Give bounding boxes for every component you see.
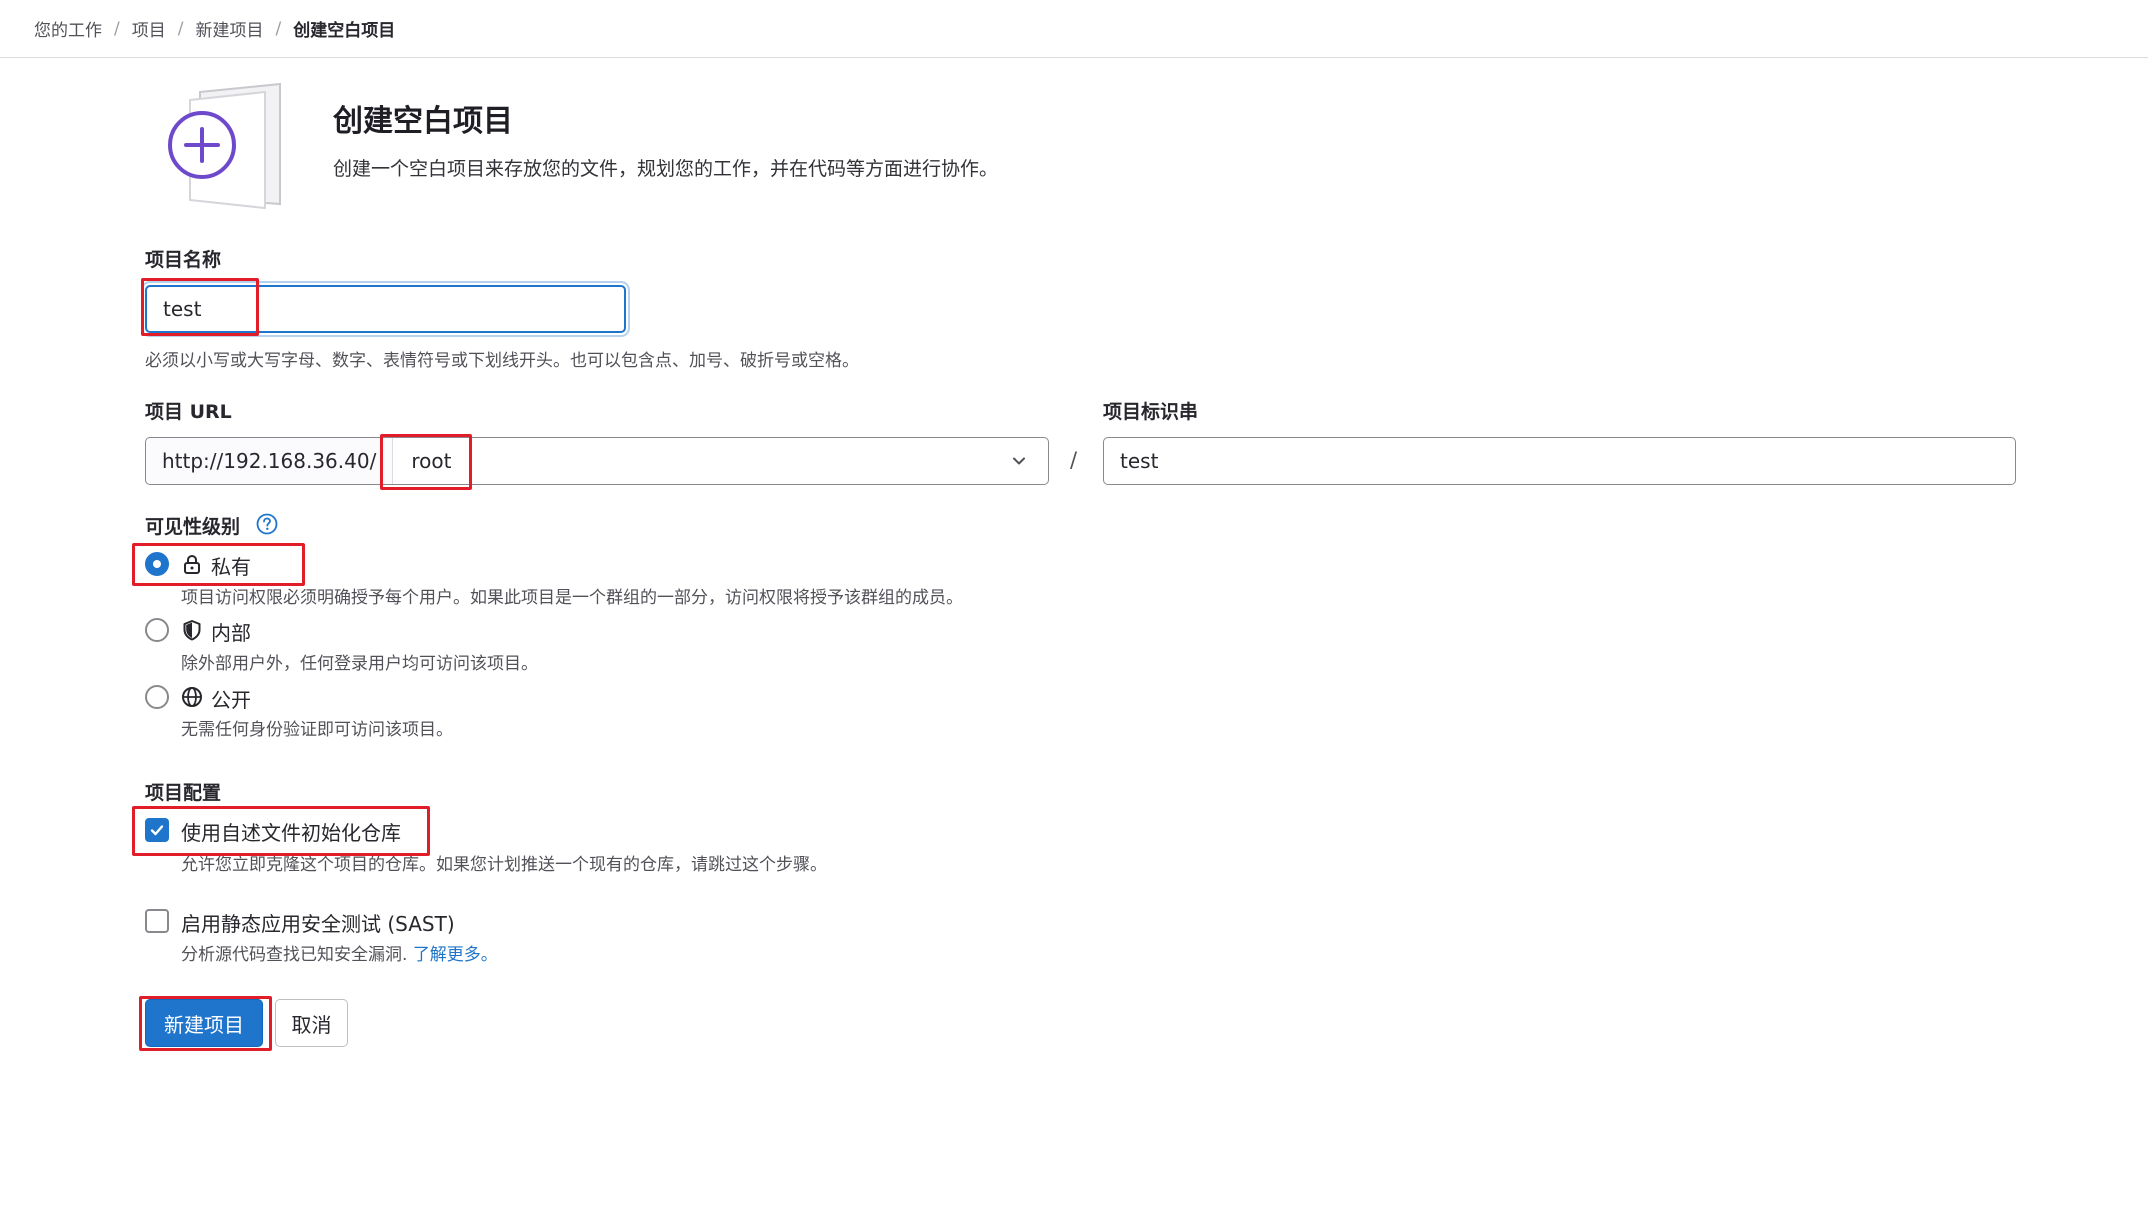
project-name-input[interactable]: test: [145, 285, 626, 333]
breadcrumb-new-project[interactable]: 新建项目: [195, 16, 263, 41]
shield-icon: [183, 620, 201, 641]
visibility-internal-desc: 除外部用户外，任何登录用户均可访问该项目。: [181, 654, 538, 674]
visibility-private-desc: 项目访问权限必须明确授予每个用户。如果此项目是一个群组的一部分，访问权限将授予该…: [181, 588, 963, 608]
project-url-group: http://192.168.36.40/ root: [145, 437, 1049, 485]
url-separator: /: [1070, 448, 1078, 472]
page-title: 创建空白项目: [333, 104, 513, 139]
visibility-label: 可见性级别: [145, 516, 241, 538]
question-circle-icon[interactable]: [256, 513, 278, 535]
visibility-public-radio[interactable]: [145, 685, 169, 709]
url-prefix: http://192.168.36.40/: [146, 438, 394, 484]
visibility-internal-radio[interactable]: [145, 618, 169, 642]
breadcrumb-separator: /: [114, 18, 120, 39]
cancel-button[interactable]: 取消: [275, 999, 348, 1047]
globe-icon: [182, 687, 202, 707]
readme-label[interactable]: 使用自述文件初始化仓库: [181, 817, 401, 846]
sast-desc-row: 分析源代码查找已知安全漏洞. 了解更多。: [181, 940, 498, 965]
create-project-button[interactable]: 新建项目: [145, 999, 263, 1047]
visibility-private-radio[interactable]: [145, 552, 169, 576]
visibility-public-label[interactable]: 公开: [211, 684, 251, 713]
breadcrumb-your-work[interactable]: 您的工作: [34, 16, 102, 41]
breadcrumb-separator: /: [275, 18, 282, 39]
sast-desc: 分析源代码查找已知安全漏洞.: [181, 945, 408, 965]
lock-icon: [184, 554, 200, 574]
learn-more-link[interactable]: 了解更多。: [413, 945, 498, 965]
namespace-value: root: [411, 449, 452, 473]
breadcrumb-projects[interactable]: 项目: [132, 16, 166, 41]
visibility-public-desc: 无需任何身份验证即可访问该项目。: [181, 720, 453, 740]
breadcrumb: 您的工作 / 项目 / 新建项目 / 创建空白项目: [0, 0, 2148, 58]
project-config-label: 项目配置: [145, 782, 222, 804]
project-name-help: 必须以小写或大写字母、数字、表情符号或下划线开头。也可以包含点、加号、破折号或空…: [145, 351, 859, 371]
breadcrumb-separator: /: [177, 18, 184, 39]
sast-label[interactable]: 启用静态应用安全测试 (SAST): [181, 908, 455, 937]
blank-project-illustration: [168, 82, 281, 210]
page-description: 创建一个空白项目来存放您的文件，规划您的工作，并在代码等方面进行协作。: [333, 158, 999, 180]
visibility-internal-label[interactable]: 内部: [211, 617, 251, 646]
breadcrumb-current[interactable]: 创建空白项目: [293, 16, 395, 41]
project-name-value: test: [163, 297, 202, 321]
readme-checkbox[interactable]: [145, 818, 169, 842]
sast-checkbox[interactable]: [145, 909, 169, 933]
project-url-label: 项目 URL: [145, 401, 232, 423]
chevron-down-icon: [1013, 457, 1025, 465]
readme-desc: 允许您立即克隆这个项目的仓库。如果您计划推送一个现有的仓库，请跳过这个步骤。: [181, 855, 827, 875]
project-slug-label: 项目标识串: [1103, 401, 1199, 423]
visibility-private-label[interactable]: 私有: [211, 551, 251, 580]
check-icon: [150, 825, 164, 836]
project-name-label: 项目名称: [145, 249, 222, 271]
project-slug-value: test: [1120, 449, 1159, 473]
project-slug-input[interactable]: test: [1103, 437, 2016, 485]
namespace-select[interactable]: root: [393, 438, 1048, 484]
